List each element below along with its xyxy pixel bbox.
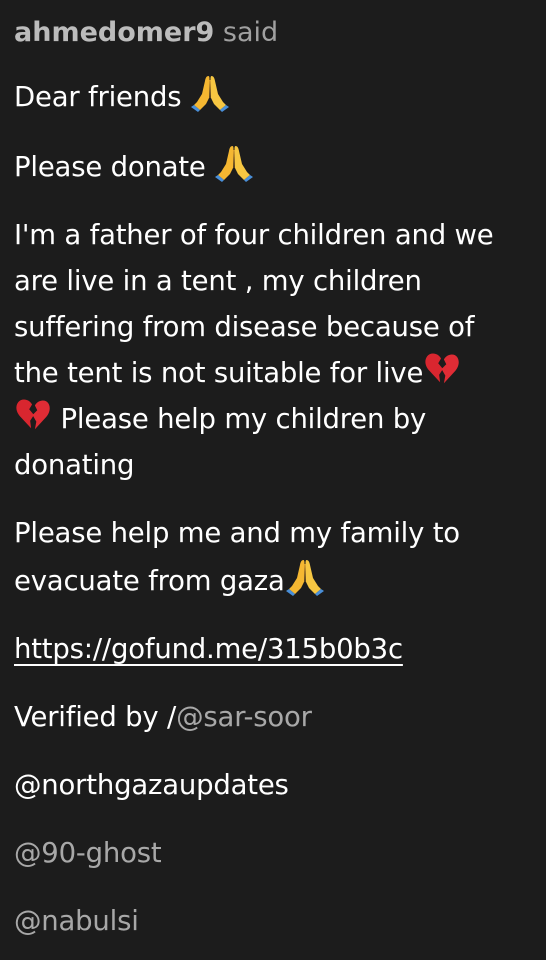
paragraph-mention-northgaza: @northgazaupdates — [14, 762, 532, 808]
story-line-text: the tent is not suitable for live — [14, 357, 424, 389]
story-line: donating — [14, 449, 135, 481]
story-line-with-emoji: the tent is not suitable for live — [14, 350, 532, 396]
praying-hands-icon — [285, 556, 325, 596]
story-line-with-emoji: Please help my children by — [14, 396, 532, 442]
said-label: said — [222, 17, 279, 48]
evacuate-line-with-emoji: evacuate from gaza — [14, 556, 532, 604]
verified-prefix: Verified by / — [14, 701, 177, 733]
mention-nabulsi[interactable]: @nabulsi — [14, 905, 139, 937]
story-line-text: Please help my children by — [60, 403, 427, 435]
evacuate-line: Please help me and my family to — [14, 517, 460, 549]
mention-90-ghost[interactable]: @90-ghost — [14, 837, 162, 869]
paragraph-verified: Verified by /@sar-soor — [14, 694, 532, 740]
greeting-text: Dear friends — [14, 81, 182, 113]
praying-hands-icon — [214, 142, 254, 182]
paragraph-donate: Please donate — [14, 142, 532, 190]
mention-northgazaupdates[interactable]: @northgazaupdates — [14, 769, 289, 801]
paragraph-mention-nabulsi: @nabulsi — [14, 898, 532, 944]
story-line: suffering from disease because of — [14, 311, 475, 343]
paragraph-greeting: Dear friends — [14, 72, 532, 120]
mention-sar-soor[interactable]: @sar-soor — [176, 701, 312, 733]
paragraph-mention-ghost: @90-ghost — [14, 830, 532, 876]
broken-heart-icon — [423, 350, 461, 388]
broken-heart-icon — [14, 396, 52, 434]
paragraph-story: I'm a father of four children and we are… — [14, 212, 532, 488]
paragraph-link: https://gofund.me/315b0b3c — [14, 626, 532, 672]
gofundme-link[interactable]: https://gofund.me/315b0b3c — [14, 633, 403, 665]
post-card: ahmedomer9 said Dear friends Please dona… — [0, 0, 546, 960]
paragraph-evacuate: Please help me and my family to evacuate… — [14, 510, 532, 604]
donate-text: Please donate — [14, 151, 206, 183]
story-line: are live in a tent , my children — [14, 265, 422, 297]
story-line: I'm a father of four children and we — [14, 219, 494, 251]
post-header: ahmedomer9 said — [14, 14, 532, 52]
praying-hands-icon — [190, 72, 230, 112]
evacuate-line-text: evacuate from gaza — [14, 565, 285, 597]
username-link[interactable]: ahmedomer9 — [14, 17, 214, 48]
